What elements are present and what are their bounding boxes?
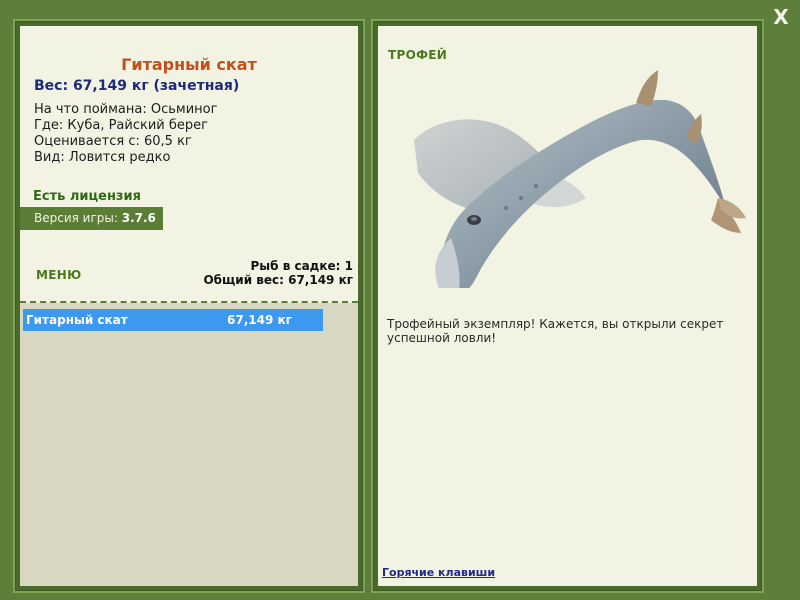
bait-info: На что поймана: Осьминог: [34, 102, 218, 117]
trophy-frame: ТРОФЕЙ Трофейный экземпляр! Кажется, вы …: [371, 19, 764, 593]
fish-weight: Вес: 67,149 кг (зачетная): [34, 78, 240, 94]
fish-name-title: Гитарный скат: [121, 55, 257, 74]
fish-info-frame: Гитарный скат Вес: 67,149 кг (зачетная) …: [13, 19, 365, 593]
trophy-message: Трофейный экземпляр! Кажется, вы открыли…: [387, 317, 724, 345]
hotkeys-link[interactable]: Горячие клавиши: [382, 566, 495, 579]
close-button[interactable]: X: [770, 6, 792, 28]
catch-item-weight: 67,149 кг: [227, 313, 292, 327]
game-version-badge: Версия игры: 3.7.6: [20, 207, 163, 230]
total-weight: Общий вес: 67,149 кг: [203, 273, 353, 287]
version-value: 3.7.6: [121, 211, 156, 225]
location-info: Где: Куба, Райский берег: [34, 118, 208, 133]
guitarfish-image: [414, 70, 746, 288]
license-status: Есть лицензия: [33, 189, 141, 204]
rarity-info: Вид: Ловится редко: [34, 150, 171, 165]
menu-button[interactable]: МЕНЮ: [36, 268, 81, 282]
value-info: Оценивается с: 60,5 кг: [34, 134, 192, 149]
catch-item-name: Гитарный скат: [26, 313, 128, 327]
version-label: Версия игры:: [34, 211, 122, 225]
catch-list: Гитарный скат 67,149 кг: [20, 303, 358, 586]
catch-list-item[interactable]: Гитарный скат 67,149 кг: [23, 309, 323, 331]
fish-info-panel: Гитарный скат Вес: 67,149 кг (зачетная) …: [20, 26, 358, 586]
trophy-panel: ТРОФЕЙ Трофейный экземпляр! Кажется, вы …: [378, 26, 757, 586]
fish-count: Рыб в садке: 1: [250, 259, 354, 273]
